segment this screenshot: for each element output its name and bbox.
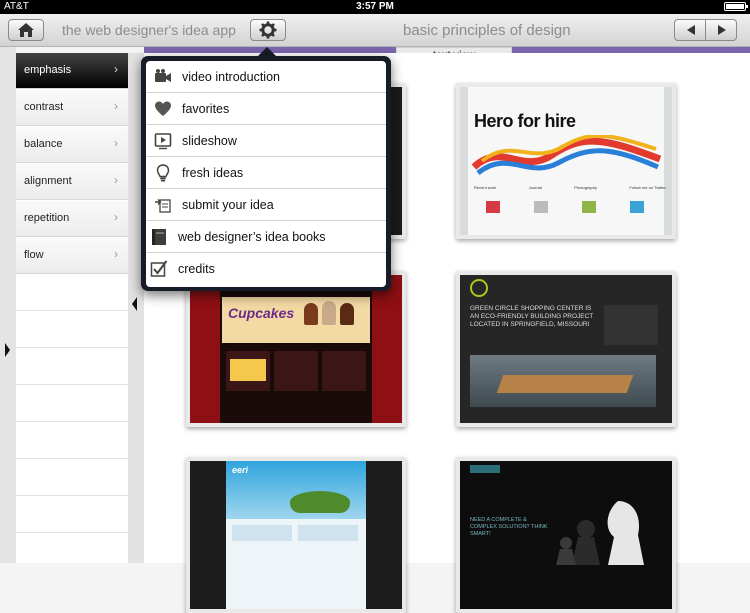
menu-item-video-introduction[interactable]: video introduction [146, 61, 386, 93]
thumbnail-title: NEED A COMPLETE & COMPLEX SOLUTION? THIN… [470, 517, 548, 537]
column-label: Journal [528, 185, 542, 190]
chevron-right-icon: › [114, 99, 118, 113]
thumbnail-title: GREEN CIRCLE SHOPPING CENTER IS AN ECO-F… [470, 305, 594, 328]
menu-item-slideshow[interactable]: slideshow [146, 125, 386, 157]
navigation-bar: the web designer's idea app basic princi… [0, 14, 750, 47]
menu-item-label: credits [178, 262, 215, 276]
video-camera-icon [155, 69, 171, 82]
thumbnail-hero-for-hire[interactable]: Hero for hire Recent work Journal Photog… [456, 83, 676, 239]
thumbnail-eeri[interactable]: eeri [186, 457, 406, 613]
column-label: Follow me on Twitter [629, 185, 666, 190]
menu-item-label: video introduction [182, 70, 280, 84]
chess-pieces-icon [556, 501, 644, 565]
sidebar-empty-row [16, 386, 128, 422]
column-label: Recent work [474, 185, 497, 190]
sidebar-item-balance[interactable]: balance › [16, 127, 128, 163]
sidebar-empty-row [16, 275, 128, 311]
menu-item-favorites[interactable]: favorites [146, 93, 386, 125]
sidebar-empty-row [16, 460, 128, 496]
checkbox-icon [150, 260, 168, 277]
menu-item-fresh-ideas[interactable]: fresh ideas [146, 157, 386, 189]
menu-item-label: submit your idea [182, 198, 274, 212]
arrow-right-icon [718, 25, 726, 35]
sidebar: emphasis › contrast › balance › alignmen… [16, 53, 128, 563]
sidebar-empty-row [16, 312, 128, 348]
next-page-button[interactable] [705, 19, 737, 41]
chevron-right-icon: › [114, 62, 118, 76]
gear-icon [259, 21, 277, 39]
page-title: basic principles of design [403, 22, 571, 39]
ribbon-graphic-icon [472, 135, 662, 176]
heart-icon [155, 101, 171, 116]
thumbnail-title: eeri [232, 465, 249, 475]
thumbnail-smart[interactable]: NEED A COMPLETE & COMPLEX SOLUTION? THIN… [456, 457, 676, 613]
left-rail [0, 47, 16, 563]
chevron-right-icon: › [114, 136, 118, 150]
collapse-arrow-icon[interactable] [132, 297, 137, 311]
sidebar-empty-row [16, 497, 128, 533]
sidebar-item-label: flow [24, 249, 44, 261]
sidebar-empty-row [16, 349, 128, 385]
sidebar-item-label: alignment [24, 175, 72, 187]
menu-list: video introduction favorites slideshow f… [146, 61, 386, 287]
book-icon [152, 229, 166, 245]
thumbnail-cupcakes[interactable]: Cupcakes [186, 271, 406, 427]
sidebar-item-label: emphasis [24, 64, 72, 76]
sidebar-item-flow[interactable]: flow › [16, 238, 128, 274]
chevron-right-icon: › [114, 173, 118, 187]
home-icon [18, 23, 34, 37]
sidebar-item-label: contrast [24, 101, 64, 113]
sidebar-item-contrast[interactable]: contrast › [16, 90, 128, 126]
settings-button[interactable] [250, 19, 286, 41]
home-button[interactable] [8, 19, 44, 41]
previous-page-button[interactable] [674, 19, 706, 41]
app-title: the web designer's idea app [62, 22, 236, 38]
arrow-left-icon [687, 25, 695, 35]
sidebar-item-alignment[interactable]: alignment › [16, 164, 128, 200]
sidebar-empty-row [16, 423, 128, 459]
menu-item-idea-books[interactable]: web designer’s idea books [146, 221, 386, 253]
battery-icon [724, 2, 748, 11]
thumbnail-green-circle[interactable]: GREEN CIRCLE SHOPPING CENTER IS AN ECO-F… [456, 271, 676, 427]
chevron-right-icon: › [114, 247, 118, 261]
lightbulb-icon [156, 164, 170, 182]
expand-arrow-icon[interactable] [5, 343, 10, 357]
sidebar-item-repetition[interactable]: repetition › [16, 201, 128, 237]
menu-item-submit-your-idea[interactable]: submit your idea [146, 189, 386, 221]
settings-popover: video introduction favorites slideshow f… [141, 56, 391, 291]
thumbnail-title: Hero for hire [474, 111, 576, 131]
sidebar-item-emphasis[interactable]: emphasis › [16, 53, 128, 89]
menu-item-credits[interactable]: credits [146, 253, 386, 285]
clock-label: 3:57 PM [356, 1, 394, 12]
thumbnail-title: Cupcakes [228, 305, 295, 321]
submit-icon [155, 199, 171, 213]
column-label: Photography [574, 185, 597, 190]
play-icon [154, 133, 172, 150]
menu-item-label: fresh ideas [182, 166, 244, 180]
sidebar-item-label: balance [24, 138, 63, 150]
chevron-right-icon: › [114, 210, 118, 224]
menu-item-label: web designer’s idea books [178, 230, 326, 244]
sidebar-item-label: repetition [24, 212, 70, 224]
status-bar: AT&T 3:57 PM [0, 0, 750, 14]
menu-item-label: favorites [182, 102, 230, 116]
menu-item-label: slideshow [182, 134, 237, 148]
